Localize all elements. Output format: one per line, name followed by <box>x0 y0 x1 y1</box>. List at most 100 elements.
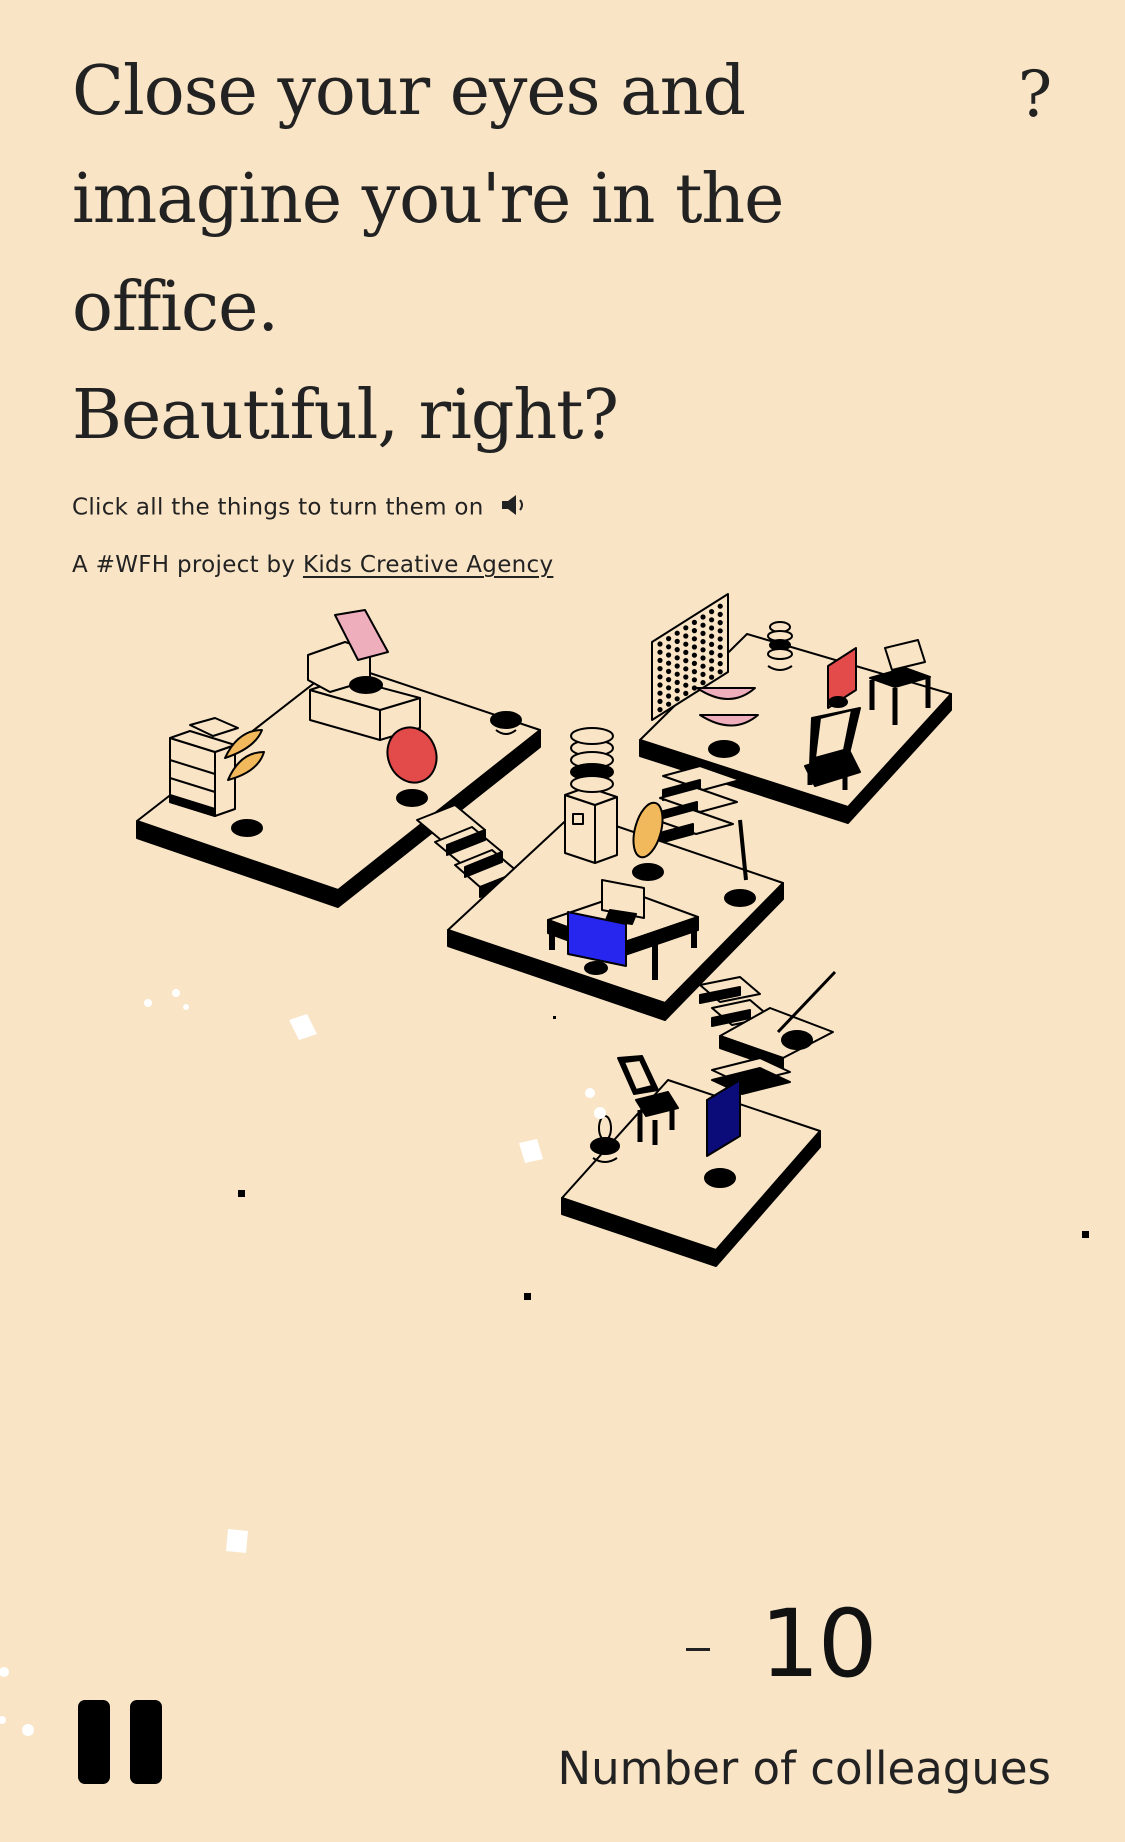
pegboard-hole <box>700 639 706 645</box>
pegboard-hole <box>683 649 689 655</box>
pegboard-hole <box>717 669 723 675</box>
pegboard-hole <box>691 677 698 683</box>
stairs-right <box>655 765 741 845</box>
pegboard-hole <box>700 647 706 653</box>
pegboard-hole <box>674 630 680 636</box>
spot-left-1 <box>231 819 263 837</box>
pegboard-hole <box>666 660 672 666</box>
pegboard-hole <box>700 614 706 620</box>
pegboard-hole <box>717 636 723 642</box>
pegboard-hole <box>717 628 723 634</box>
pegboard-hole <box>674 696 680 702</box>
floating-note-icon <box>519 1139 543 1163</box>
spot-left-2 <box>396 789 428 807</box>
speck <box>1082 1231 1089 1238</box>
pegboard-hole <box>683 625 689 631</box>
pegboard-hole <box>674 647 680 653</box>
decrease-colleagues-button[interactable] <box>680 1620 716 1660</box>
pegboard-hole <box>700 680 706 686</box>
colleague-count: 10 <box>760 1590 878 1699</box>
floating-note-icon <box>226 1529 248 1553</box>
pegboard-hole <box>700 630 706 636</box>
pause-button[interactable] <box>78 1700 162 1784</box>
pegboard-hole <box>674 655 680 661</box>
instruction: Click all the things to turn them on <box>72 492 527 524</box>
pegboard-hole <box>666 644 672 650</box>
credit-prefix: A #WFH project by <box>72 552 303 578</box>
pegboard-hole <box>666 701 672 707</box>
water-cooler[interactable] <box>564 727 618 864</box>
pegboard-hole <box>666 677 672 683</box>
help-button[interactable]: ? <box>1005 55 1065 135</box>
copier[interactable] <box>169 717 239 817</box>
pegboard-hole <box>691 660 698 666</box>
pegboard-hole <box>691 644 698 650</box>
pegboard-hole <box>657 690 663 696</box>
pegboard-hole <box>709 625 715 631</box>
pegboard-hole <box>674 663 680 669</box>
pegboard-hole <box>683 674 689 680</box>
pegboard-hole <box>691 636 698 642</box>
spot-middle-2 <box>724 889 756 907</box>
pegboard-hole <box>657 674 663 680</box>
colleague-counter: 10 <box>680 1590 1080 1700</box>
pegboard-hole <box>683 682 689 688</box>
spot-bottom-1 <box>704 1168 736 1188</box>
pegboard-hole <box>683 658 689 664</box>
pegboard-hole <box>666 693 672 699</box>
pegboard-hole <box>717 620 723 626</box>
pegboard-hole <box>717 652 723 658</box>
pegboard-hole <box>666 652 672 658</box>
pegboard-hole <box>691 628 698 634</box>
pegboard-hole <box>700 663 706 669</box>
pegboard-hole <box>674 671 680 677</box>
floating-note-icon <box>289 1014 317 1040</box>
pegboard-hole <box>717 611 723 617</box>
minus-icon <box>686 1647 710 1651</box>
pegboard-hole <box>691 619 698 625</box>
pegboard-hole <box>666 668 672 674</box>
pegboard-hole <box>709 650 715 656</box>
pegboard-hole <box>717 644 723 650</box>
pegboard-hole <box>657 666 663 672</box>
pegboard-hole <box>657 682 663 688</box>
pegboard-hole <box>674 638 680 644</box>
pegboard-hole <box>717 661 723 667</box>
headline-line-3: office. <box>72 268 279 347</box>
pegboard-hole <box>700 622 706 628</box>
armchair[interactable] <box>307 609 421 741</box>
stool-top[interactable] <box>490 711 522 729</box>
floating-dots-icon <box>585 1088 606 1119</box>
instruction-text: Click all the things to turn them on <box>72 494 484 521</box>
colleague-count-label: Number of colleagues <box>557 1742 1051 1795</box>
headline: Close your eyes and imagine you're in th… <box>72 38 832 470</box>
office-scene <box>0 580 1125 1280</box>
agency-link[interactable]: Kids Creative Agency <box>303 552 553 578</box>
pegboard-hole <box>709 617 715 623</box>
pegboard-hole <box>691 652 698 658</box>
headline-line-1: Close your eyes and <box>72 52 746 131</box>
pegboard-hole <box>683 666 689 672</box>
pegboard-hole <box>657 698 663 704</box>
pegboard-hole <box>666 636 672 642</box>
pegboard-hole <box>657 707 663 713</box>
pegboard-hole <box>674 679 680 685</box>
pegboard-hole <box>717 603 723 609</box>
pegboard-hole <box>691 669 698 675</box>
headline-line-4: Beautiful, right? <box>72 376 619 455</box>
pegboard-hole <box>657 649 663 655</box>
pegboard-hole <box>666 685 672 691</box>
speck <box>238 1190 245 1197</box>
spot-middle-1 <box>632 863 664 881</box>
pegboard-hole <box>657 641 663 647</box>
spot-right-1 <box>708 740 740 758</box>
pegboard-hole <box>657 657 663 663</box>
pegboard-hole <box>709 658 715 664</box>
pegboard-hole <box>709 641 715 647</box>
speaker-icon <box>499 492 527 524</box>
office-illustration <box>136 593 952 1267</box>
pegboard-hole <box>709 633 715 639</box>
pegboard-hole <box>683 641 689 647</box>
pegboard-hole <box>700 671 706 677</box>
pegboard-hole <box>683 690 689 696</box>
